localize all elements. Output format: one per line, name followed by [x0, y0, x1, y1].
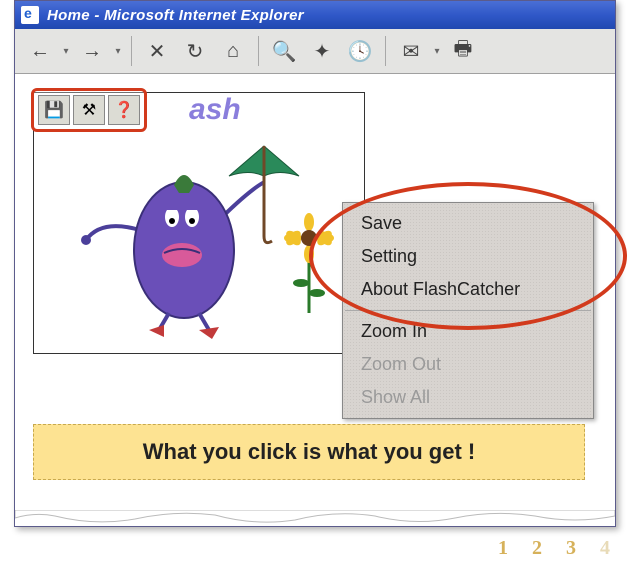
refresh-button[interactable]: ↻ [178, 34, 212, 68]
flash-title: ash [189, 93, 241, 127]
help-icon: ❓ [114, 100, 134, 120]
floppy-icon: 💾 [44, 100, 64, 120]
menu-item-zoom-out: Zoom Out [343, 348, 593, 381]
page-4-link[interactable]: 4 [600, 537, 610, 560]
search-button[interactable]: 🔍 [267, 34, 301, 68]
titlebar: Home - Microsoft Internet Explorer [15, 1, 615, 29]
print-icon: 🖶 [454, 34, 473, 68]
refresh-icon: ↻ [187, 39, 204, 64]
context-menu: Save Setting About FlashCatcher Zoom In … [342, 202, 594, 419]
banner-text: What you click is what you get ! [143, 439, 476, 464]
favorites-icon: ✦ [314, 39, 331, 64]
torn-edge [15, 510, 615, 526]
back-dropdown[interactable]: ▾ [61, 34, 71, 68]
arrow-left-icon: ← [30, 40, 50, 63]
toolbar-separator [258, 36, 259, 66]
menu-item-zoom-in[interactable]: Zoom In [343, 315, 593, 348]
favorites-button[interactable]: ✦ [305, 34, 339, 68]
history-icon: 🕓 [348, 39, 373, 64]
search-icon: 🔍 [272, 39, 297, 64]
slogan-banner: What you click is what you get ! [33, 424, 585, 480]
mail-icon: ✉ [403, 39, 420, 64]
menu-item-show-all: Show All [343, 381, 593, 414]
settings-button[interactable]: ⚒ [73, 95, 105, 125]
browser-window: Home - Microsoft Internet Explorer ← ▾ →… [14, 0, 616, 527]
back-button[interactable]: ← [23, 34, 57, 68]
mail-dropdown[interactable]: ▾ [432, 34, 442, 68]
help-flash-button[interactable]: ❓ [108, 95, 140, 125]
hammer-icon: ⚒ [82, 100, 96, 120]
stop-button[interactable]: ✕ [140, 34, 174, 68]
browser-toolbar: ← ▾ → ▾ ✕ ↻ ⌂ 🔍 ✦ 🕓 ✉ ▾ 🖶 [15, 29, 615, 74]
save-flash-button[interactable]: 💾 [38, 95, 70, 125]
sunflower-icon [279, 213, 339, 323]
flashcatcher-toolbar: 💾 ⚒ ❓ [31, 88, 147, 132]
menu-item-about[interactable]: About FlashCatcher [343, 273, 593, 306]
toolbar-separator [131, 36, 132, 66]
page-1-link[interactable]: 1 [498, 537, 508, 560]
stop-icon: ✕ [149, 39, 166, 64]
menu-separator [345, 310, 591, 311]
menu-item-setting[interactable]: Setting [343, 240, 593, 273]
forward-button[interactable]: → [75, 34, 109, 68]
window-title: Home - Microsoft Internet Explorer [47, 7, 304, 24]
page-content: ash [15, 74, 615, 510]
home-icon: ⌂ [227, 40, 239, 63]
menu-item-save[interactable]: Save [343, 207, 593, 240]
toolbar-separator [385, 36, 386, 66]
print-button[interactable]: 🖶 [446, 34, 480, 68]
mail-button[interactable]: ✉ [394, 34, 428, 68]
ie-logo-icon [21, 6, 39, 24]
home-button[interactable]: ⌂ [216, 34, 250, 68]
page-3-link[interactable]: 3 [566, 537, 576, 560]
page-2-link[interactable]: 2 [532, 537, 542, 560]
page-navigation: 1 2 3 4 [498, 537, 610, 560]
history-button[interactable]: 🕓 [343, 34, 377, 68]
arrow-right-icon: → [82, 40, 102, 63]
forward-dropdown[interactable]: ▾ [113, 34, 123, 68]
